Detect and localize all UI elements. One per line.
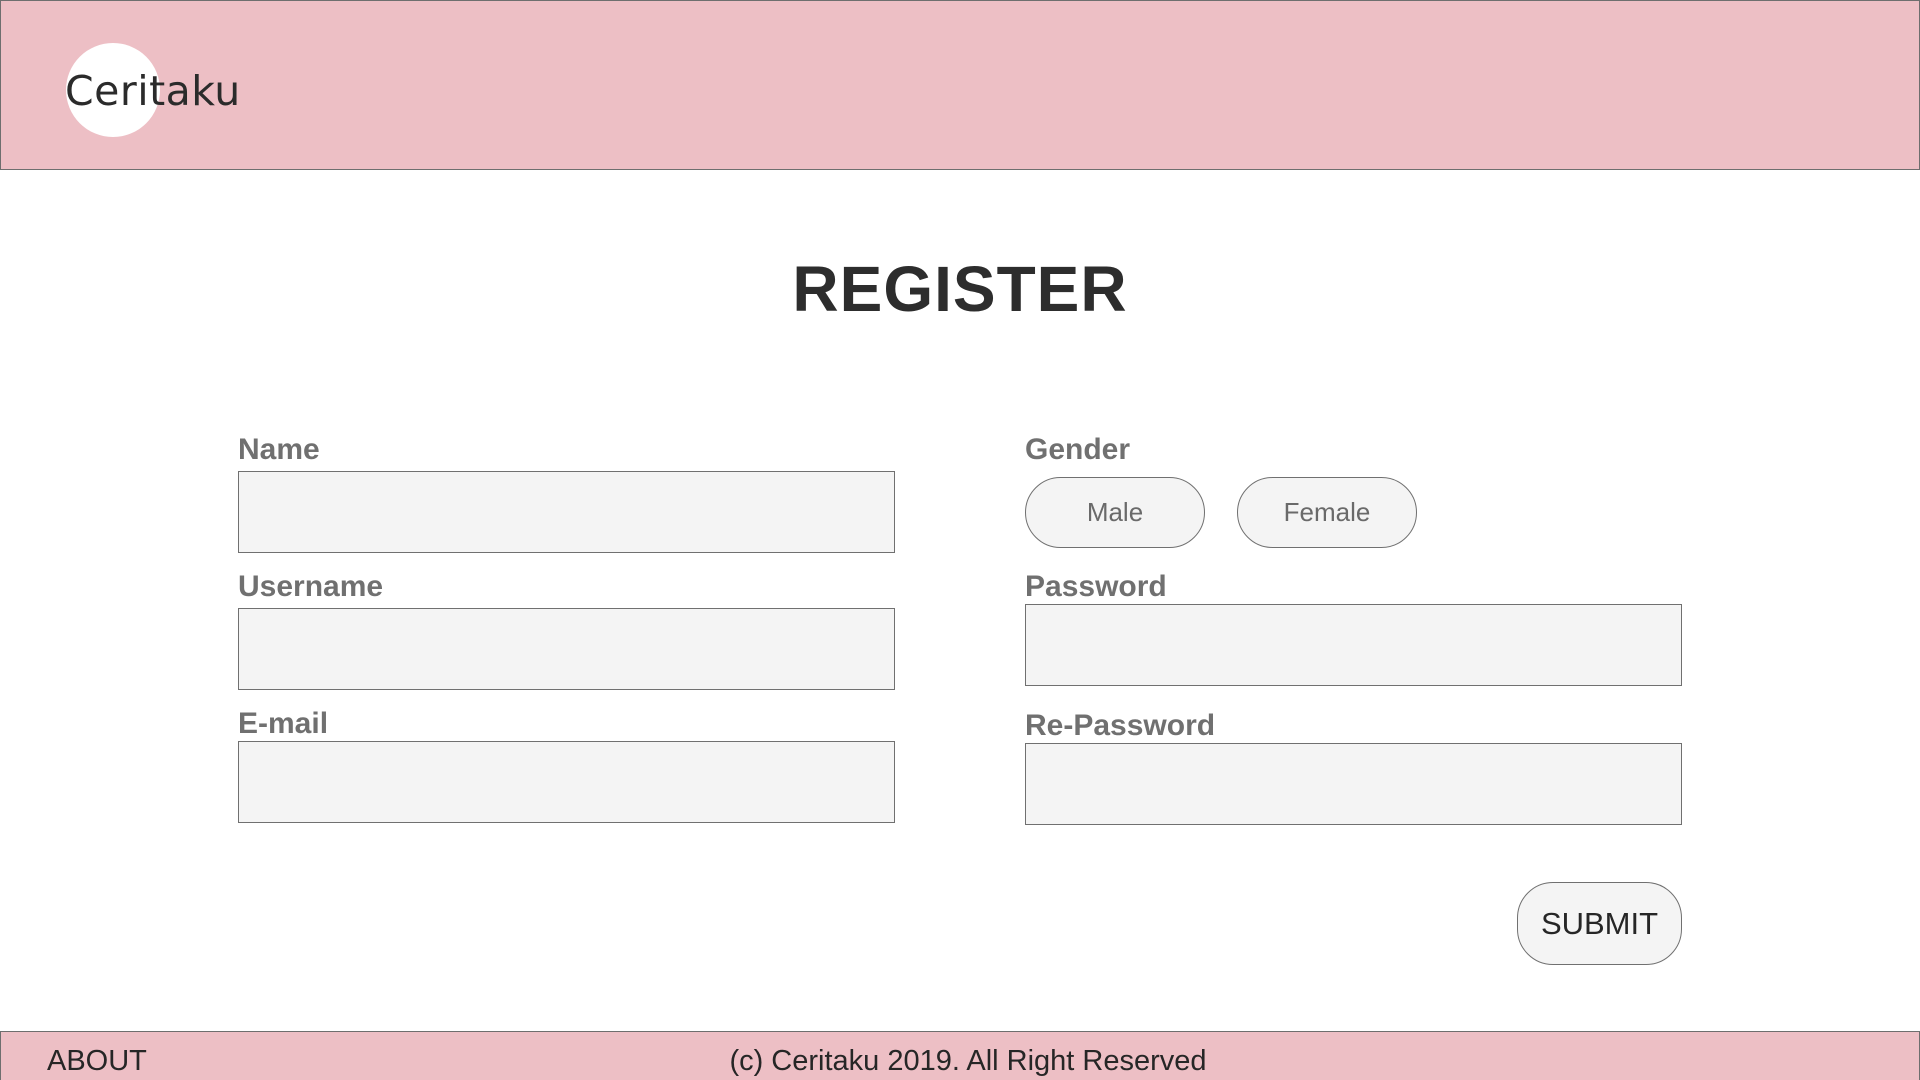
repassword-label: Re-Password <box>1025 709 1216 742</box>
username-input[interactable] <box>238 608 895 690</box>
password-input[interactable] <box>1025 604 1682 686</box>
copyright-text: (c) Ceritaku 2019. All Right Reserved <box>729 1045 1207 1077</box>
submit-button[interactable]: SUBMIT <box>1517 882 1682 965</box>
username-label: Username <box>238 570 384 603</box>
site-logo[interactable]: Ceritaku <box>65 67 241 115</box>
site-footer: (c) Ceritaku 2019. All Right Reserved AB… <box>0 1031 1920 1080</box>
gender-label: Gender <box>1025 433 1131 466</box>
name-label: Name <box>238 433 320 466</box>
email-input[interactable] <box>238 741 895 823</box>
gender-male-button[interactable]: Male <box>1025 477 1205 548</box>
email-label: E-mail <box>238 707 329 740</box>
password-label: Password <box>1025 570 1167 603</box>
repassword-input[interactable] <box>1025 743 1682 825</box>
about-link[interactable]: ABOUT <box>47 1045 147 1078</box>
page-title: REGISTER <box>792 253 1128 325</box>
gender-female-button[interactable]: Female <box>1237 477 1417 548</box>
name-input[interactable] <box>238 471 895 553</box>
site-header: Ceritaku <box>0 0 1920 170</box>
